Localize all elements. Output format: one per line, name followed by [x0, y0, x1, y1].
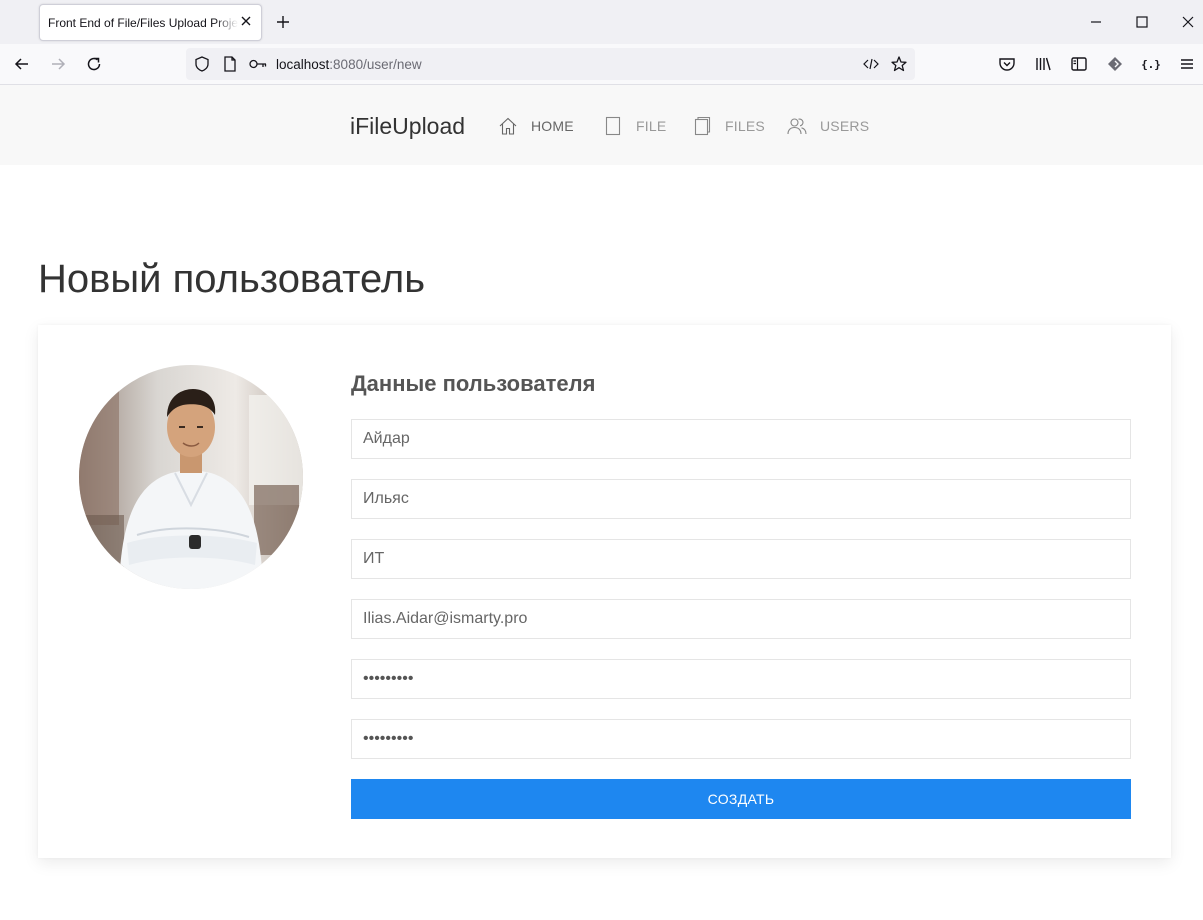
page-title: Новый пользователь — [38, 257, 426, 301]
browser-toolbar: localhost:8080/user/new {.} — [0, 44, 1203, 85]
new-tab-icon[interactable] — [274, 13, 292, 31]
nav-file[interactable]: FILE — [602, 113, 666, 139]
nav-file-label: FILE — [636, 118, 667, 134]
browser-tab-bar: Front End of File/Files Upload Project — [0, 0, 1203, 44]
minimize-icon[interactable] — [1086, 12, 1106, 32]
sidebar-icon[interactable] — [1069, 54, 1089, 74]
bookmark-star-icon[interactable] — [890, 55, 908, 73]
url-path: :8080/user/new — [329, 57, 422, 72]
maximize-icon[interactable] — [1132, 12, 1152, 32]
address-bar[interactable]: localhost:8080/user/new — [186, 48, 915, 80]
key-icon[interactable] — [248, 55, 268, 73]
brand-logo[interactable]: iFileUpload — [350, 113, 465, 140]
nav-files-label: FILES — [725, 118, 765, 134]
back-arrow-icon[interactable] — [12, 54, 32, 74]
home-icon — [499, 117, 517, 135]
form-title: Данные пользователя — [351, 371, 596, 396]
files-icon — [694, 116, 711, 136]
email-field[interactable] — [351, 599, 1131, 639]
site-header: iFileUpload HOME FILE FILES USERS — [0, 85, 1203, 165]
nav-users[interactable]: USERS — [786, 113, 869, 139]
nav-home-label: HOME — [531, 118, 574, 134]
password-field[interactable] — [351, 659, 1131, 699]
code-icon[interactable] — [862, 55, 880, 73]
page-icon[interactable] — [221, 55, 239, 73]
svg-text:{.}: {.} — [1141, 58, 1161, 71]
file-icon — [605, 116, 621, 136]
nav-home[interactable]: HOME — [497, 113, 574, 139]
user-form-card: Данные пользователя СОЗДАТЬ — [38, 325, 1171, 858]
department-field[interactable] — [351, 539, 1131, 579]
url-host: localhost — [276, 57, 330, 72]
extension-icon[interactable] — [1105, 54, 1125, 74]
browser-tab-title: Front End of File/Files Upload Project — [48, 16, 238, 30]
nav-files[interactable]: FILES — [691, 113, 765, 139]
last-name-field[interactable] — [351, 479, 1131, 519]
close-window-icon[interactable] — [1178, 12, 1198, 32]
url-text[interactable]: localhost:8080/user/new — [276, 57, 422, 72]
user-photo — [79, 365, 303, 589]
json-viewer-icon[interactable]: {.} — [1141, 54, 1161, 74]
browser-tab[interactable]: Front End of File/Files Upload Project — [39, 4, 262, 41]
pocket-icon[interactable] — [997, 54, 1017, 74]
forward-arrow-icon[interactable] — [48, 54, 68, 74]
avatar — [79, 365, 303, 589]
users-icon — [787, 118, 807, 135]
first-name-field[interactable] — [351, 419, 1131, 459]
close-tab-icon[interactable] — [239, 14, 253, 28]
reload-icon[interactable] — [84, 54, 104, 74]
create-button[interactable]: СОЗДАТЬ — [351, 779, 1131, 819]
password-confirm-field[interactable] — [351, 719, 1131, 759]
shield-icon[interactable] — [193, 55, 211, 73]
nav-users-label: USERS — [820, 118, 870, 134]
library-icon[interactable] — [1033, 54, 1053, 74]
menu-icon[interactable] — [1177, 54, 1197, 74]
